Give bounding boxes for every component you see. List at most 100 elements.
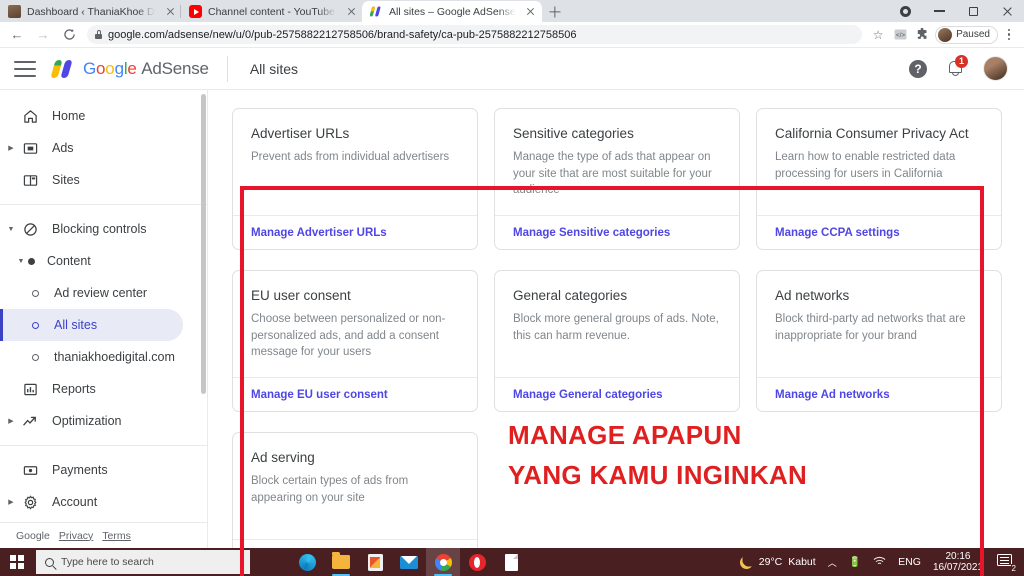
block-icon — [18, 222, 42, 237]
address-bar[interactable]: google.com/adsense/new/u/0/pub-257588221… — [87, 25, 863, 44]
edge-icon — [298, 553, 316, 571]
lock-icon — [95, 30, 102, 39]
card-description: Learn how to enable restricted data proc… — [775, 151, 956, 180]
minimize-icon[interactable] — [922, 0, 956, 22]
sidebar-item-reports-label: Reports — [52, 382, 96, 396]
file-explorer-icon — [332, 552, 350, 569]
adsense-logo-text: Google AdSense — [83, 58, 209, 78]
language-indicator[interactable]: ENG — [898, 556, 921, 568]
show-hidden-icons-icon[interactable]: ︿ — [828, 556, 837, 569]
close-icon[interactable] — [990, 0, 1024, 22]
kebab-menu-icon[interactable] — [1000, 24, 1018, 46]
taskbar-app-chrome[interactable] — [426, 548, 460, 576]
browser-tab-3[interactable]: All sites – Google AdSense — [362, 1, 542, 22]
card-link-general-categories[interactable]: Manage General categories — [513, 389, 663, 401]
sidebar-item-home-label: Home — [52, 109, 86, 123]
sidebar-item-ads[interactable]: ▶ Ads — [0, 132, 207, 164]
youtube-favicon-icon — [189, 5, 202, 18]
sidebar-item-sites[interactable]: Sites — [0, 164, 207, 196]
sidebar-item-thaniakhoedigital[interactable]: thaniakhoedigital.com — [0, 341, 207, 373]
card-link-eu-user-consent[interactable]: Manage EU user consent — [251, 389, 388, 401]
browser-tab-1[interactable]: Dashboard ‹ ThaniaKhoe Digital — [0, 1, 181, 22]
card-general-categories[interactable]: General categories Block more general gr… — [494, 270, 740, 412]
sidebar-item-all-sites[interactable]: All sites — [0, 309, 183, 341]
footer-google-label: Google — [16, 529, 50, 542]
moon-icon — [739, 555, 753, 569]
browser-tab-1-close-icon[interactable] — [163, 5, 177, 19]
profile-chip[interactable]: Paused — [935, 25, 998, 44]
weather-widget[interactable]: 29°C Kabut — [739, 555, 816, 569]
sidebar-item-ad-review-center[interactable]: Ad review center — [0, 277, 207, 309]
star-icon[interactable]: ☆ — [867, 24, 889, 46]
card-description: Manage the type of ads that appear on yo… — [513, 151, 712, 197]
browser-tab-2-close-icon[interactable] — [344, 5, 358, 19]
code-icon[interactable]: </> — [889, 24, 911, 46]
profile-avatar-icon — [938, 27, 953, 42]
battery-icon[interactable]: 🔋 — [849, 557, 861, 568]
home-icon — [18, 109, 42, 124]
card-eu-user-consent[interactable]: EU user consent Choose between personali… — [232, 270, 478, 412]
sidebar-item-optimization[interactable]: ▶ Optimization — [0, 405, 207, 437]
card-description: Prevent ads from individual advertisers — [251, 151, 450, 163]
chevron-right-icon[interactable]: ▶ — [4, 144, 18, 152]
card-ccpa[interactable]: California Consumer Privacy Act Learn ho… — [756, 108, 1002, 250]
avatar[interactable] — [983, 56, 1008, 81]
sidebar-item-reports[interactable]: Reports — [0, 373, 207, 405]
back-button[interactable]: ← — [4, 23, 30, 47]
browser-tab-3-close-icon[interactable] — [524, 5, 538, 19]
sidebar-item-payments[interactable]: Payments — [0, 454, 207, 486]
footer-privacy-link[interactable]: Privacy — [59, 530, 93, 542]
sidebar-item-account[interactable]: ▶ Account — [0, 486, 207, 518]
card-link-sensitive-categories[interactable]: Manage Sensitive categories — [513, 227, 670, 239]
start-button[interactable] — [0, 548, 34, 576]
taskbar-app-store[interactable] — [358, 548, 392, 576]
sidebar-item-home[interactable]: Home — [0, 100, 207, 132]
card-sensitive-categories[interactable]: Sensitive categories Manage the type of … — [494, 108, 740, 250]
card-link-ad-networks[interactable]: Manage Ad networks — [775, 389, 890, 401]
puzzle-icon[interactable] — [911, 24, 933, 46]
card-advertiser-urls[interactable]: Advertiser URLs Prevent ads from individ… — [232, 108, 478, 250]
sidebar-item-all-sites-label: All sites — [54, 318, 98, 332]
reload-button[interactable] — [56, 23, 82, 47]
adsense-logo[interactable]: Google AdSense — [50, 59, 209, 79]
taskbar-app-file-explorer[interactable] — [324, 548, 358, 576]
taskbar-clock[interactable]: 20:16 16/07/2021 — [933, 551, 983, 574]
dashboard-favicon-icon — [8, 5, 21, 18]
taskbar-app-opera[interactable] — [460, 548, 494, 576]
card-ad-networks[interactable]: Ad networks Block third-party ad network… — [756, 270, 1002, 412]
document-icon — [504, 553, 518, 571]
profile-chip-label: Paused — [956, 29, 990, 40]
chevron-right-icon[interactable]: ▶ — [4, 417, 18, 425]
sidebar-item-feedback[interactable]: Feedback — [0, 518, 207, 522]
mail-icon — [400, 555, 418, 569]
maximize-icon[interactable] — [956, 0, 990, 22]
optimization-icon — [18, 414, 42, 429]
sidebar-item-content[interactable]: ▼ Content — [0, 245, 207, 277]
card-link-advertiser-urls[interactable]: Manage Advertiser URLs — [251, 227, 387, 239]
card-title: EU user consent — [251, 288, 351, 303]
chevron-down-icon[interactable]: ▼ — [14, 258, 28, 265]
card-ad-serving[interactable]: Ad serving Block certain types of ads fr… — [232, 432, 478, 548]
sidebar-item-blocking-controls[interactable]: ▼ Blocking controls — [0, 213, 207, 245]
taskbar-app-mail[interactable] — [392, 548, 426, 576]
help-icon[interactable]: ? — [909, 59, 927, 78]
wifi-icon[interactable] — [873, 555, 886, 569]
sidebar-scrollbar[interactable] — [201, 90, 206, 548]
browser-toolbar: ← → google.com/adsense/new/u/0/pub-25758… — [0, 22, 1024, 48]
action-center-button[interactable]: 2 — [997, 553, 1017, 573]
taskbar-search[interactable]: Type here to search — [36, 550, 250, 574]
shield-dot-icon[interactable] — [888, 0, 922, 22]
card-link-ccpa[interactable]: Manage CCPA settings — [775, 227, 900, 239]
notifications-button[interactable]: 1 — [945, 54, 968, 79]
new-tab-button[interactable] — [542, 1, 568, 22]
hamburger-menu-icon[interactable] — [14, 60, 36, 77]
browser-tab-2[interactable]: Channel content - YouTube Studi — [180, 1, 362, 22]
chevron-right-icon[interactable]: ▶ — [4, 498, 18, 506]
address-bar-url: google.com/adsense/new/u/0/pub-257588221… — [108, 28, 577, 41]
chevron-down-icon[interactable]: ▼ — [4, 226, 18, 233]
footer-terms-link[interactable]: Terms — [102, 530, 131, 542]
clock-date: 16/07/2021 — [932, 562, 983, 573]
taskbar-app-edge[interactable] — [290, 548, 324, 576]
forward-button[interactable]: → — [30, 23, 56, 47]
taskbar-app-document[interactable] — [494, 548, 528, 576]
